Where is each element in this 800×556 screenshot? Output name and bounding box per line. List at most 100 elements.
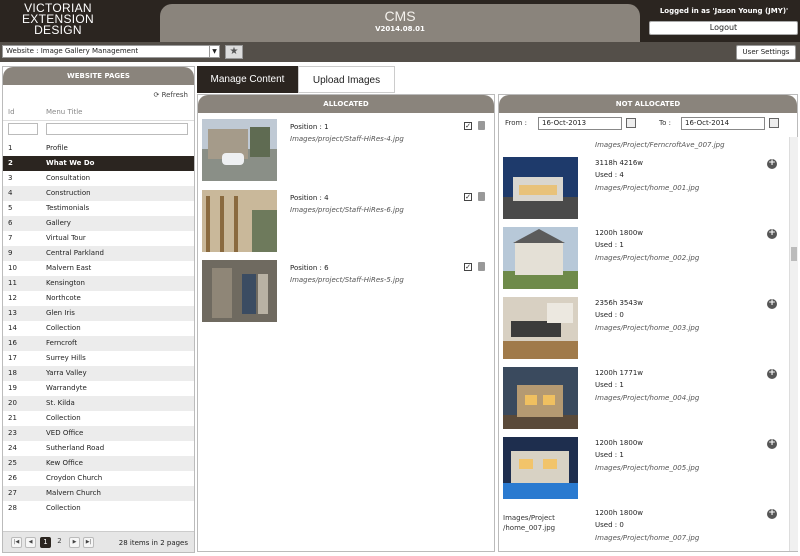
tab-manage-content[interactable]: Manage Content <box>197 66 298 93</box>
website-pages-panel: WEBSITE PAGES ⟳ Refresh Id Menu Title 1 P… <box>2 66 195 553</box>
scrollbar-thumb[interactable] <box>791 247 797 261</box>
app-title-box: CMS V2014.08.01 <box>160 4 640 42</box>
calendar-icon[interactable] <box>626 118 636 128</box>
trash-icon[interactable] <box>478 262 485 271</box>
image-thumbnail[interactable] <box>503 367 578 429</box>
page-list-row[interactable]: 11 Kensington <box>3 276 194 291</box>
page-list-row[interactable]: 4 Construction <box>3 186 194 201</box>
image-thumbnail[interactable] <box>202 260 277 322</box>
page-id: 2 <box>8 159 13 167</box>
page-list-row[interactable]: 2 What We Do <box>3 156 194 171</box>
to-label: To : <box>659 119 671 127</box>
title-filter-input[interactable] <box>46 123 188 135</box>
page-list-row[interactable]: 25 Kew Office <box>3 456 194 471</box>
page-title: Sutherland Road <box>46 444 105 452</box>
refresh-button[interactable]: ⟳ Refresh <box>153 91 188 99</box>
tab-upload-images[interactable]: Upload Images <box>298 66 395 93</box>
allocated-checkbox[interactable]: ✓ <box>464 193 472 201</box>
col-id-header[interactable]: Id <box>8 108 15 116</box>
column-headers: Id Menu Title <box>3 105 194 121</box>
page-list-row[interactable]: 24 Sutherland Road <box>3 441 194 456</box>
image-thumbnail[interactable] <box>503 227 578 289</box>
page-list-row[interactable]: 23 VED Office <box>3 426 194 441</box>
image-used-count: Used : 4 <box>595 171 624 179</box>
page-list-row[interactable]: 13 Glen Iris <box>3 306 194 321</box>
page-list-row[interactable]: 21 Collection <box>3 411 194 426</box>
page-list-row[interactable]: 1 Profile <box>3 141 194 156</box>
from-date-input[interactable]: 16-Oct-2013 <box>538 117 622 130</box>
app-version: V2014.08.01 <box>375 25 425 33</box>
image-thumbnail[interactable] <box>202 119 277 181</box>
not-allocated-item: 1200h 1771w Used : 1 Images/Project/home… <box>503 367 777 435</box>
trash-icon[interactable] <box>478 192 485 201</box>
page-list-row[interactable]: 14 Collection <box>3 321 194 336</box>
from-label: From : <box>505 119 527 127</box>
page-list-row[interactable]: 28 Collection <box>3 501 194 516</box>
image-thumbnail[interactable] <box>503 157 578 219</box>
chevron-down-icon[interactable]: ▼ <box>209 46 219 57</box>
page-title: Construction <box>46 189 91 197</box>
allocated-checkbox[interactable]: ✓ <box>464 263 472 271</box>
page-list-row[interactable]: 7 Virtual Tour <box>3 231 194 246</box>
prev-page-icon[interactable]: ◀ <box>25 537 36 548</box>
page-list-row[interactable]: 3 Consultation <box>3 171 194 186</box>
allocated-item: Position : 6 Images/project/Staff-HiRes-… <box>202 260 492 324</box>
page-list-row[interactable]: 10 Malvern East <box>3 261 194 276</box>
page-list-row[interactable]: 6 Gallery <box>3 216 194 231</box>
col-title-header[interactable]: Menu Title <box>46 108 82 116</box>
image-thumbnail[interactable] <box>503 297 578 359</box>
user-settings-button[interactable]: User Settings <box>736 45 796 60</box>
page-title: Glen Iris <box>46 309 75 317</box>
add-icon[interactable]: + <box>767 369 777 379</box>
add-icon[interactable]: + <box>767 299 777 309</box>
page-id: 25 <box>8 459 17 467</box>
login-status: Logged in as 'Jason Young (JMY)' <box>659 7 789 15</box>
page-2-button[interactable]: 2 <box>54 537 65 548</box>
page-list-row[interactable]: 18 Yarra Valley <box>3 366 194 381</box>
page-list-row[interactable]: 12 Northcote <box>3 291 194 306</box>
add-icon[interactable]: + <box>767 509 777 519</box>
not-allocated-title: NOT ALLOCATED <box>499 95 797 113</box>
scrollbar[interactable] <box>789 137 798 551</box>
page-id: 4 <box>8 189 13 197</box>
first-page-icon[interactable]: |◀ <box>11 537 22 548</box>
add-icon[interactable]: + <box>767 439 777 449</box>
not-allocated-list: Images/Project/FerncroftAve_007.jpg 3118… <box>499 135 789 551</box>
page-list-row[interactable]: 26 Croydon Church <box>3 471 194 486</box>
page-list-row[interactable]: 27 Malvern Church <box>3 486 194 501</box>
page-title: Surrey Hills <box>46 354 86 362</box>
page-id: 9 <box>8 249 13 257</box>
page-list-row[interactable]: 19 Warrandyte <box>3 381 194 396</box>
page-title: Kew Office <box>46 459 83 467</box>
image-thumbnail[interactable] <box>202 190 277 252</box>
page-list-row[interactable]: 20 St. Kilda <box>3 396 194 411</box>
allocated-checkbox[interactable]: ✓ <box>464 122 472 130</box>
image-dimensions: 1200h 1800w <box>595 229 644 237</box>
page-list-row[interactable]: 5 Testimonials <box>3 201 194 216</box>
page-list-row[interactable]: 17 Surrey Hills <box>3 351 194 366</box>
last-page-icon[interactable]: ▶| <box>83 537 94 548</box>
calendar-icon[interactable] <box>769 118 779 128</box>
allocated-item: Position : 4 Images/project/Staff-HiRes-… <box>202 190 492 254</box>
next-page-icon[interactable]: ▶ <box>69 537 80 548</box>
id-filter-input[interactable] <box>8 123 38 135</box>
trash-icon[interactable] <box>478 121 485 130</box>
favorite-star-icon[interactable]: ★ <box>225 45 243 59</box>
website-select[interactable]: Website : Image Gallery Management ▼ <box>2 45 220 58</box>
add-icon[interactable]: + <box>767 229 777 239</box>
page-title: St. Kilda <box>46 399 75 407</box>
logout-button[interactable]: Logout <box>649 21 798 35</box>
not-allocated-item: 3118h 4216w Used : 4 Images/Project/home… <box>503 157 777 225</box>
page-list-row[interactable]: 9 Central Parkland <box>3 246 194 261</box>
image-path: Images/project/Staff-HiRes-4.jpg <box>290 135 404 143</box>
image-thumbnail[interactable] <box>503 437 578 499</box>
page-1-button[interactable]: 1 <box>40 537 51 548</box>
page-id: 3 <box>8 174 13 182</box>
add-icon[interactable]: + <box>767 159 777 169</box>
not-allocated-panel: NOT ALLOCATED From : 16-Oct-2013 To : 16… <box>498 94 798 552</box>
image-dimensions: 2356h 3543w <box>595 299 644 307</box>
page-list-row[interactable]: 16 Ferncroft <box>3 336 194 351</box>
missing-thumbnail-text[interactable]: Images/Project /home_007.jpg <box>503 513 579 533</box>
to-date-input[interactable]: 16-Oct-2014 <box>681 117 765 130</box>
logo-line: DESIGN <box>34 23 82 37</box>
